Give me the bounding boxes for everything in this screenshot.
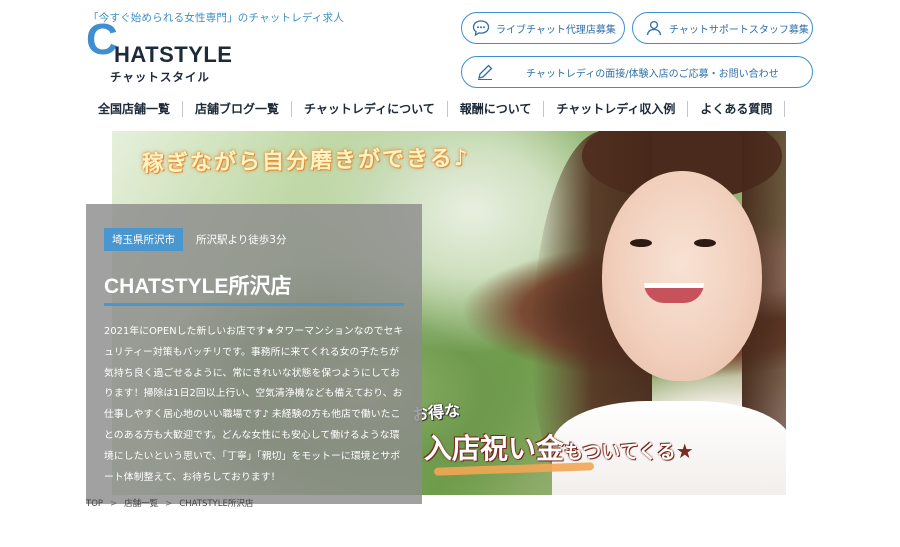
shop-info-panel: 埼玉県所沢市 所沢駅より徒歩3分 CHATSTYLE所沢店 2021年にOPEN… — [86, 204, 422, 504]
logo-wordmark: HATSTYLE — [114, 42, 233, 67]
main-nav: 全国店舗一覧 店舗ブログ一覧 チャットレディについて 報酬について チャットレデ… — [86, 96, 786, 122]
shop-title: CHATSTYLE所沢店 — [104, 275, 292, 298]
nav-shop-blog-list[interactable]: 店舗ブログ一覧 — [183, 101, 293, 117]
hero-photo-eye-right — [694, 239, 716, 247]
star-icon: ★ — [675, 439, 694, 463]
user-icon — [645, 19, 663, 37]
shop-description: 2021年にOPENした新しいお店です★タワーマンションなのでセキュリティー対策… — [104, 326, 404, 483]
breadcrumb-top[interactable]: TOP — [86, 499, 103, 509]
nav-reward[interactable]: 報酬について — [448, 101, 545, 117]
support-staff-recruit-label: チャットサポートスタッフ募集 — [669, 24, 809, 36]
breadcrumb-shop-list[interactable]: 店舗一覧 — [124, 499, 158, 509]
station-info: 所沢駅より徒歩3分 — [196, 234, 287, 246]
area-badge: 埼玉県所沢市 — [104, 228, 183, 251]
breadcrumb-separator: > — [165, 499, 173, 509]
nav-income-examples[interactable]: チャットレディ収入例 — [544, 101, 689, 117]
bonus-headline: 入店祝い金もついてくる★ — [424, 427, 694, 467]
interview-contact-label: チャットレディの面接/体験入店のご応募・お問い合わせ — [526, 68, 779, 80]
agency-recruit-label: ライブチャット代理店募集 — [496, 24, 616, 36]
logo-initial: C — [86, 15, 118, 64]
nav-about-chat-lady[interactable]: チャットレディについて — [292, 101, 448, 117]
bonus-sub-text: もついてくる — [564, 441, 676, 463]
logo-kana: チャットスタイル — [110, 70, 210, 84]
tagline: 「今すぐ始められる女性専門」のチャットレディ求人 — [88, 12, 344, 24]
interview-contact-button[interactable]: チャットレディの面接/体験入店のご応募・お問い合わせ — [461, 56, 813, 88]
agency-recruit-button[interactable]: ライブチャット代理店募集 — [461, 12, 625, 44]
chat-bubble-icon — [472, 19, 490, 37]
nav-shop-list[interactable]: 全国店舗一覧 — [86, 101, 184, 117]
pencil-icon — [476, 63, 494, 81]
bonus-main-text: 入店祝い金 — [424, 432, 565, 465]
nav-faq[interactable]: よくある質問 — [688, 101, 786, 117]
breadcrumb: TOP > 店舗一覧 > CHATSTYLE所沢店 — [86, 497, 253, 509]
breadcrumb-separator: > — [110, 499, 118, 509]
hero-photo-face — [602, 171, 762, 381]
support-staff-recruit-button[interactable]: チャットサポートスタッフ募集 — [632, 12, 813, 44]
breadcrumb-current: CHATSTYLE所沢店 — [179, 499, 254, 509]
title-underline — [104, 303, 404, 306]
hero-catchphrase: 稼ぎながら自分磨きができる♪ — [141, 146, 470, 177]
hero-photo-eye-left — [630, 239, 652, 247]
logo[interactable]: C HATSTYLE チャットスタイル — [86, 18, 256, 86]
